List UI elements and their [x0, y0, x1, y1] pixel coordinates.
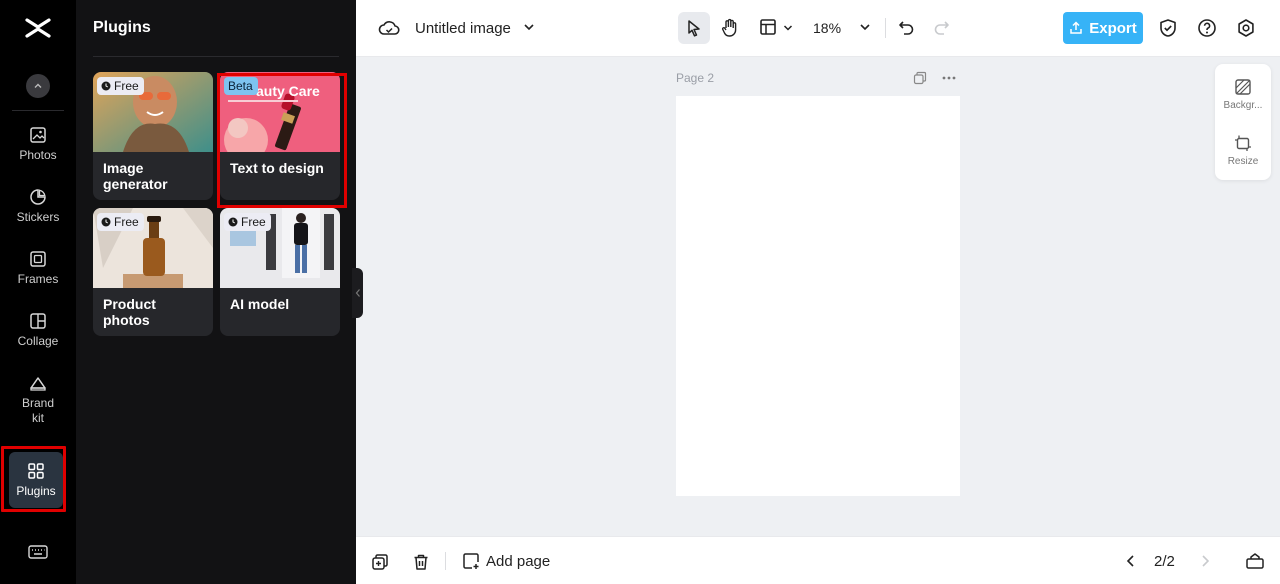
resize-icon	[1235, 135, 1251, 151]
resize-tool[interactable]: Resize	[1215, 134, 1271, 167]
collapse-button[interactable]	[26, 74, 50, 98]
page-label: Page 2	[676, 71, 715, 85]
chevron-left-icon	[355, 289, 360, 297]
brand-kit-icon	[30, 377, 46, 391]
image-icon	[30, 127, 46, 143]
add-page-icon	[463, 553, 479, 569]
shield-check-icon[interactable]	[1158, 18, 1178, 38]
sidebar-item-stickers[interactable]: Stickers	[0, 188, 76, 225]
plugin-card-ai-model[interactable]: Free AI model	[220, 208, 340, 336]
sidebar-item-frames[interactable]: Frames	[0, 250, 76, 287]
duplicate-icon[interactable]	[371, 553, 389, 571]
plugin-card-product-photos[interactable]: Free Product photos	[93, 208, 213, 336]
sidebar-item-label: Frames	[17, 272, 59, 286]
page-indicator: 2/2	[1154, 553, 1175, 570]
sidebar-item-photos[interactable]: Photos	[0, 126, 76, 163]
background-icon	[1235, 79, 1251, 95]
upload-icon	[1070, 21, 1082, 34]
sidebar-item-label: Stickers	[16, 210, 60, 224]
plugin-card-label: Image generator	[103, 160, 168, 192]
undo-icon[interactable]	[897, 19, 915, 37]
chevron-down-icon[interactable]	[858, 20, 872, 34]
left-rail: Photos Stickers Frames Collage Brand kit…	[0, 0, 76, 584]
sidebar-item-brand-kit[interactable]: Brand kit	[0, 374, 76, 426]
chevron-right-icon[interactable]	[1197, 553, 1213, 569]
panel-collapse-handle[interactable]	[352, 268, 363, 318]
capcut-logo-icon[interactable]	[24, 15, 52, 41]
collage-icon	[30, 313, 46, 329]
clock-icon	[101, 81, 111, 91]
free-badge: Free	[97, 77, 144, 95]
sidebar-item-collage[interactable]: Collage	[0, 312, 76, 349]
collapse-panel-icon[interactable]	[1245, 552, 1265, 570]
panel-divider	[93, 56, 339, 57]
free-badge: Free	[97, 213, 144, 231]
toolbar-divider	[885, 18, 886, 38]
zoom-level[interactable]: 18%	[813, 20, 841, 36]
settings-icon[interactable]	[1236, 18, 1256, 38]
keyboard-icon[interactable]	[28, 544, 48, 560]
document-title[interactable]: Untitled image	[415, 20, 511, 37]
clock-icon	[101, 217, 111, 227]
free-badge: Free	[224, 213, 271, 231]
duplicate-page-icon[interactable]	[913, 71, 927, 85]
chevron-down-icon[interactable]	[522, 20, 536, 34]
hand-tool-icon[interactable]	[720, 18, 740, 38]
sticker-icon	[30, 189, 46, 205]
plugins-highlight-box	[1, 446, 66, 512]
help-icon[interactable]	[1197, 18, 1217, 38]
right-tool-panel: Backgr... Resize	[1215, 64, 1271, 180]
frame-icon	[30, 251, 46, 267]
plugin-card-image-generator[interactable]: Free Image generator	[93, 72, 213, 200]
chevron-left-icon[interactable]	[1123, 553, 1139, 569]
cloud-sync-icon[interactable]	[378, 18, 400, 38]
more-options-icon[interactable]	[941, 71, 957, 85]
panel-title: Plugins	[93, 19, 151, 36]
canvas-page[interactable]	[676, 96, 960, 496]
bottombar-divider	[445, 552, 446, 570]
bottom-toolbar: Add page 2/2	[356, 536, 1280, 584]
select-tool-button[interactable]	[678, 12, 710, 44]
cursor-arrow-icon	[688, 20, 700, 37]
sidebar-item-label: Brand kit	[21, 396, 55, 425]
chevron-up-icon	[34, 83, 42, 88]
sidebar-item-label: Collage	[17, 334, 59, 348]
text-to-design-highlight-box	[217, 73, 347, 208]
trash-icon[interactable]	[412, 553, 430, 571]
export-button[interactable]: Export	[1063, 12, 1143, 44]
rail-divider	[12, 110, 64, 111]
add-page-button[interactable]: Add page	[462, 552, 550, 570]
redo-icon[interactable]	[933, 19, 951, 37]
sidebar-item-label: Photos	[19, 148, 57, 162]
top-toolbar: Untitled image 18% Export	[356, 0, 1280, 57]
layout-icon[interactable]	[759, 18, 777, 36]
background-tool[interactable]: Backgr...	[1215, 78, 1271, 111]
clock-icon	[228, 217, 238, 227]
plugin-card-label: AI model	[230, 296, 290, 312]
chevron-down-icon[interactable]	[782, 22, 794, 34]
plugin-card-label: Product photos	[103, 296, 156, 328]
